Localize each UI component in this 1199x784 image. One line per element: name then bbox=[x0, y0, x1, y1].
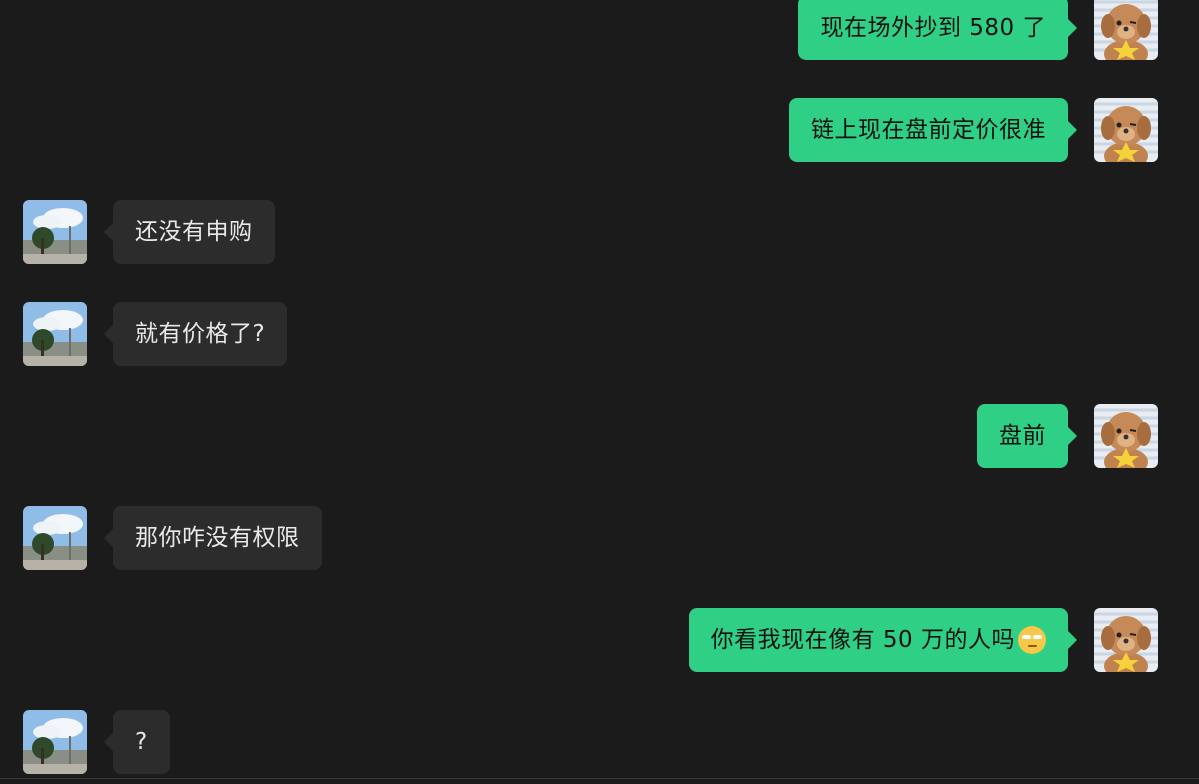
landscape-sky-avatar[interactable] bbox=[23, 506, 87, 570]
puppy-avatar[interactable] bbox=[1094, 608, 1158, 672]
landscape-sky-avatar[interactable] bbox=[23, 302, 87, 366]
message-row-outgoing: 盘前 bbox=[0, 404, 1199, 470]
message-text: 你看我现在像有 50 万的人吗 bbox=[710, 627, 1015, 653]
outgoing-message-bubble[interactable]: 现在场外抄到 580 了 bbox=[798, 0, 1077, 60]
puppy-avatar[interactable] bbox=[1094, 98, 1158, 162]
message-row-outgoing: 现在场外抄到 580 了 bbox=[0, 0, 1199, 62]
input-divider bbox=[0, 778, 1199, 784]
outgoing-message-bubble[interactable]: 盘前 bbox=[977, 404, 1077, 468]
chat-message-list[interactable]: 现在场外抄到 580 了 链上现在盘前定价很准 还没有申购 就有价格了? 盘前 … bbox=[0, 0, 1199, 784]
incoming-message-bubble[interactable]: ? bbox=[104, 710, 170, 774]
message-row-incoming: 就有价格了? bbox=[0, 302, 1199, 368]
message-row-incoming: ? bbox=[0, 710, 1199, 776]
landscape-sky-avatar[interactable] bbox=[23, 710, 87, 774]
incoming-message-bubble[interactable]: 还没有申购 bbox=[104, 200, 275, 264]
incoming-message-bubble[interactable]: 就有价格了? bbox=[103, 302, 288, 366]
puppy-avatar[interactable] bbox=[1094, 404, 1158, 468]
message-row-incoming: 那你咋没有权限 bbox=[0, 506, 1199, 572]
landscape-sky-avatar[interactable] bbox=[23, 200, 87, 264]
message-row-outgoing: 你看我现在像有 50 万的人吗 bbox=[0, 608, 1199, 674]
rolling-eyes-emoji-icon bbox=[1018, 626, 1046, 654]
puppy-avatar[interactable] bbox=[1094, 0, 1158, 60]
incoming-message-bubble[interactable]: 那你咋没有权限 bbox=[104, 506, 322, 570]
outgoing-message-bubble[interactable]: 链上现在盘前定价很准 bbox=[789, 98, 1077, 162]
message-row-incoming: 还没有申购 bbox=[0, 200, 1199, 266]
outgoing-message-bubble[interactable]: 你看我现在像有 50 万的人吗 bbox=[688, 608, 1078, 672]
message-row-outgoing: 链上现在盘前定价很准 bbox=[0, 98, 1199, 164]
